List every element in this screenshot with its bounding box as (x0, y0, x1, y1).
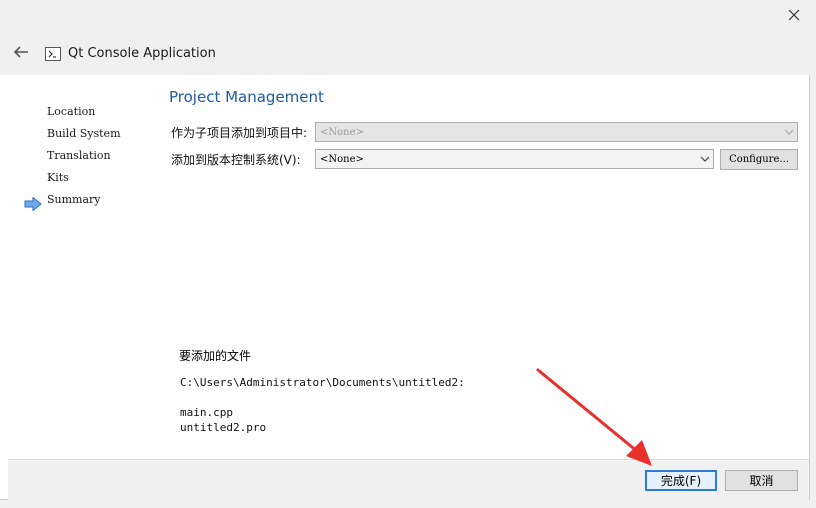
back-button[interactable] (12, 44, 32, 62)
file-item: untitled2.pro (180, 421, 267, 434)
finish-button[interactable]: 完成(F) (645, 470, 717, 491)
vcs-combobox[interactable]: <None> (315, 149, 714, 169)
current-step-arrow-icon (24, 197, 42, 211)
step-translation: Translation (47, 149, 111, 162)
wizard-dialog: Qt Console Application Location Build Sy… (0, 0, 810, 500)
step-location: Location (47, 105, 96, 118)
configure-button[interactable]: Configure... (720, 149, 798, 170)
files-heading: 要添加的文件 (179, 349, 252, 363)
wizard-title: Qt Console Application (68, 46, 216, 61)
button-bar: 完成(F) 取消 (8, 459, 809, 500)
vcs-label: 添加到版本控制系统(V): (171, 153, 301, 167)
arrow-left-icon (13, 46, 28, 58)
title-bar: Qt Console Application (0, 0, 810, 75)
step-kits: Kits (47, 171, 69, 184)
subproject-value: <None> (320, 126, 364, 138)
wizard-content: Location Build System Translation Kits S… (8, 75, 809, 459)
files-directory: C:\Users\Administrator\Documents\untitle… (180, 376, 465, 389)
console-icon (45, 47, 61, 61)
chevron-down-icon (697, 150, 713, 168)
subproject-combobox[interactable]: <None> (315, 122, 798, 142)
subproject-label: 作为子项目添加到项目中: (171, 126, 308, 140)
close-button[interactable] (778, 0, 810, 30)
chevron-down-icon (781, 123, 797, 141)
page-title: Project Management (169, 88, 324, 106)
step-build-system: Build System (47, 127, 121, 140)
file-item: main.cpp (180, 406, 233, 419)
vcs-value: <None> (320, 153, 364, 165)
step-summary: Summary (47, 193, 101, 206)
cancel-button[interactable]: 取消 (725, 470, 798, 491)
close-icon (788, 9, 800, 21)
